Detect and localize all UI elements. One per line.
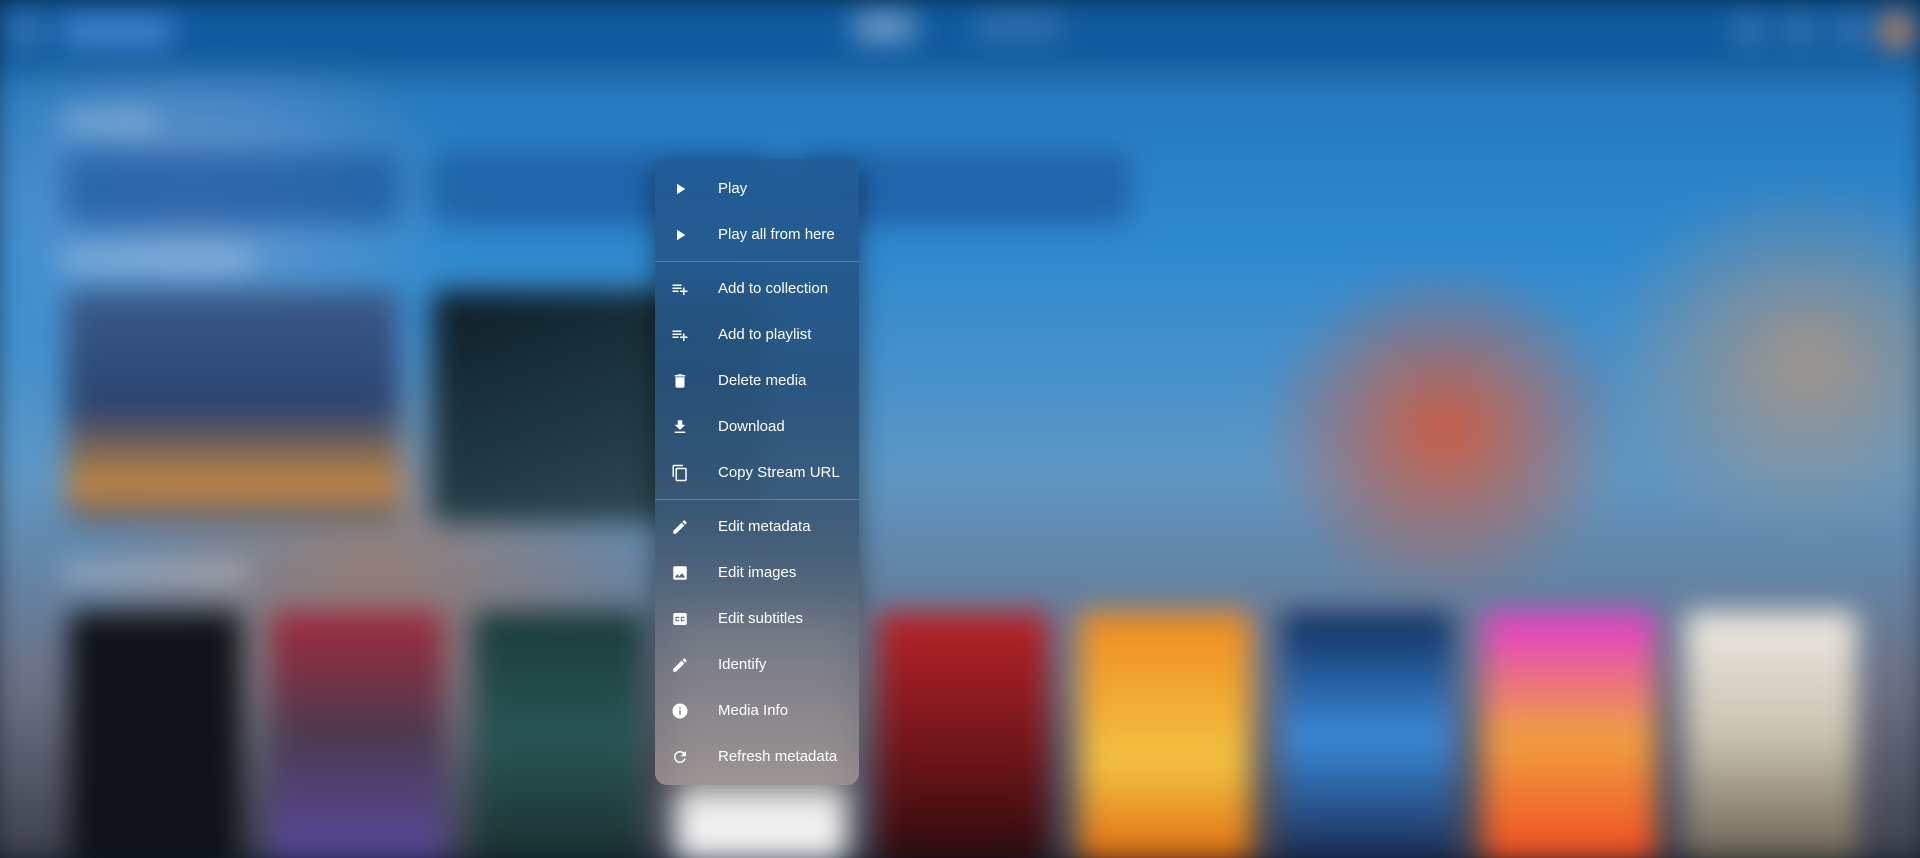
menu-item-download[interactable]: Download <box>655 404 859 450</box>
trash-icon <box>671 372 689 390</box>
context-menu: Play Play all from here Add to collectio… <box>655 159 859 785</box>
menu-item-identify[interactable]: Identify <box>655 642 859 688</box>
download-icon <box>671 418 689 436</box>
menu-item-copy-stream-url[interactable]: Copy Stream URL <box>655 450 859 496</box>
top-bar <box>0 0 1920 67</box>
avatar[interactable] <box>1879 13 1914 49</box>
poster-card[interactable] <box>1281 611 1453 858</box>
menu-item-label: Media Info <box>718 702 789 719</box>
search-icon[interactable] <box>1786 17 1813 45</box>
menu-item-label: Add to collection <box>718 280 829 297</box>
menu-item-label: Edit metadata <box>718 518 811 535</box>
copy-icon <box>671 464 689 482</box>
menu-item-delete-media[interactable]: Delete media <box>655 358 859 404</box>
image-icon <box>671 564 689 582</box>
section-title <box>61 111 158 131</box>
poster-card[interactable] <box>1685 611 1857 858</box>
cast-icon[interactable] <box>1735 17 1762 45</box>
section-title <box>61 564 248 583</box>
poster-card[interactable] <box>1079 611 1251 858</box>
blurred-background <box>0 0 1920 858</box>
menu-item-label: Refresh metadata <box>718 748 838 765</box>
menu-item-play-all-from-here[interactable]: Play all from here <box>655 212 859 258</box>
menu-item-label: Add to playlist <box>718 326 812 343</box>
menu-item-label: Edit images <box>718 564 797 581</box>
refresh-icon <box>671 748 689 766</box>
poster-card[interactable] <box>1483 611 1655 858</box>
menu-item-add-to-playlist[interactable]: Add to playlist <box>655 312 859 358</box>
menu-item-media-info[interactable]: Media Info <box>655 688 859 734</box>
closed-caption-icon <box>671 610 689 628</box>
library-button[interactable] <box>63 152 402 225</box>
play-icon <box>671 180 689 198</box>
menu-item-add-to-collection[interactable]: Add to collection <box>655 266 859 312</box>
menu-item-label: Identify <box>718 656 767 673</box>
settings-icon[interactable] <box>1836 17 1863 45</box>
menu-item-label: Play all from here <box>718 226 835 243</box>
hamburger-menu-icon[interactable] <box>12 17 39 45</box>
menu-item-label: Copy Stream URL <box>718 464 840 481</box>
poster-card[interactable] <box>877 611 1049 858</box>
menu-item-refresh-metadata[interactable]: Refresh metadata <box>655 734 859 780</box>
playlist-add-icon <box>671 326 689 344</box>
tab-favorites[interactable] <box>975 15 1061 39</box>
poster-card[interactable] <box>473 611 645 858</box>
tab-home[interactable] <box>853 13 915 41</box>
menu-item-edit-metadata[interactable]: Edit metadata <box>655 504 859 550</box>
menu-item-label: Edit subtitles <box>718 610 804 627</box>
pencil-icon <box>671 656 689 674</box>
menu-item-play[interactable]: Play <box>655 166 859 212</box>
menu-divider <box>655 261 859 262</box>
menu-item-label: Play <box>718 180 748 197</box>
menu-item-edit-subtitles[interactable]: Edit subtitles <box>655 596 859 642</box>
continue-watching-card[interactable] <box>66 290 400 523</box>
menu-item-edit-images[interactable]: Edit images <box>655 550 859 596</box>
app-logo <box>61 15 173 47</box>
info-icon <box>671 702 689 720</box>
menu-item-label: Download <box>718 418 785 435</box>
poster-card[interactable] <box>271 611 443 858</box>
app-root: Play Play all from here Add to collectio… <box>0 0 1920 858</box>
menu-divider <box>655 499 859 500</box>
poster-card[interactable] <box>69 611 241 858</box>
playlist-add-icon <box>671 280 689 298</box>
play-icon <box>671 226 689 244</box>
menu-item-label: Delete media <box>718 372 807 389</box>
section-title <box>61 251 254 270</box>
pencil-icon <box>671 518 689 536</box>
